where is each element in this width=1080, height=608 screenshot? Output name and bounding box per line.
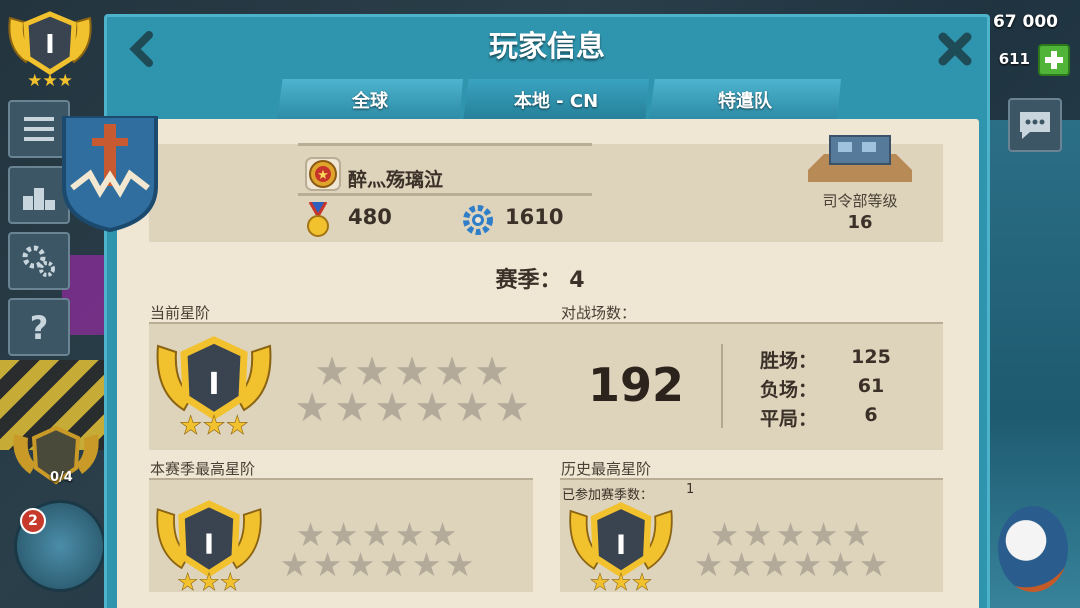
help-button[interactable]: ? — [8, 298, 70, 356]
losses-value: 61 — [857, 375, 885, 397]
hq-level-value: 16 — [847, 212, 873, 233]
chat-button[interactable] — [1008, 98, 1062, 152]
rank-star-emblem-icon: ★ — [305, 157, 341, 191]
empty-star-icon: ★ — [792, 545, 823, 584]
back-arrow-icon[interactable] — [125, 31, 161, 67]
rank-progress-count: 0/4 — [50, 470, 73, 485]
headquarters-icon — [808, 135, 912, 182]
svg-text:★★★: ★★★ — [179, 411, 249, 436]
gems-amount: 611 — [998, 50, 1030, 68]
empty-star-icon: ★ — [693, 545, 724, 584]
season-label: 赛季： — [495, 268, 562, 293]
empty-star-icon: ★ — [825, 545, 856, 584]
season-indicator: 赛季： 4 — [0, 262, 1080, 294]
all-time-best-numeral: I — [616, 530, 626, 561]
tab-local-cn[interactable]: 本地 - CN — [463, 79, 649, 121]
svg-text:★: ★ — [317, 168, 329, 183]
season-best-insignia-icon: I ★★★ — [156, 500, 262, 592]
seasons-played-value: 1 — [686, 482, 695, 497]
tab-global[interactable]: 全球 — [277, 79, 463, 121]
empty-star-icon: ★ — [279, 545, 310, 584]
wins-label: 胜场： — [760, 350, 818, 372]
season-best-label: 本赛季最高星阶 — [150, 460, 256, 478]
svg-text:★★★: ★★★ — [27, 71, 73, 88]
empty-star-icon: ★ — [374, 385, 410, 431]
experience-value: 1610 — [505, 205, 564, 229]
divider — [721, 344, 723, 428]
empty-star-icon: ★ — [726, 545, 757, 584]
svg-text:★★★: ★★★ — [590, 568, 653, 592]
battles-label: 对战场数： — [561, 304, 637, 322]
tab-task-force[interactable]: 特遣队 — [649, 79, 841, 121]
current-star-track: ★ ★ ★ ★ ★ ★ ★ ★ ★ ★ ★ — [294, 352, 532, 431]
troop-count-badge: 2 — [20, 508, 46, 534]
empty-star-icon: ★ — [414, 385, 450, 431]
modal-title: 玩家信息 — [488, 29, 605, 63]
draws-label: 平局： — [760, 408, 818, 430]
losses-label: 负场： — [760, 379, 818, 401]
chat-bubble-icon — [1020, 112, 1050, 139]
medal-icon — [307, 202, 329, 237]
empty-star-icon: ★ — [294, 385, 330, 431]
hud-rank-numeral: I — [45, 30, 55, 60]
svg-text:★★★: ★★★ — [177, 568, 241, 592]
battle-total: 192 — [588, 358, 685, 412]
currency-amount: 67 000 — [992, 12, 1058, 32]
empty-star-icon: ★ — [759, 545, 790, 584]
empty-star-icon: ★ — [411, 545, 442, 584]
current-rank-label: 当前星阶 — [150, 304, 211, 322]
empty-star-icon: ★ — [494, 385, 530, 431]
empty-star-icon: ★ — [378, 545, 409, 584]
season-best-star-track: ★ ★ ★ ★ ★ ★ ★ ★ ★ ★ ★ — [280, 518, 476, 584]
hamburger-icon — [24, 117, 54, 141]
empty-star-icon: ★ — [858, 545, 889, 584]
seasons-played-label: 已参加赛季数： — [562, 488, 654, 503]
current-rank-numeral: I — [208, 367, 219, 402]
draws-value: 6 — [864, 404, 878, 426]
medal-count: 480 — [348, 205, 392, 229]
question-icon: ? — [30, 309, 49, 346]
season-number: 4 — [569, 268, 585, 293]
leaderboard-icon — [23, 188, 55, 210]
all-time-best-insignia-icon: I ★★★ — [569, 502, 673, 592]
empty-star-icon: ★ — [334, 385, 370, 431]
season-best-numeral: I — [204, 528, 214, 560]
current-rank-insignia-icon: I ★★★ — [156, 336, 272, 436]
empty-star-icon: ★ — [444, 545, 475, 584]
player-name: 醉灬殇璃泣 — [348, 169, 444, 191]
wins-value: 125 — [851, 346, 891, 368]
empty-star-icon: ★ — [454, 385, 490, 431]
divider — [298, 143, 592, 146]
task-force-emblem-icon — [62, 116, 158, 232]
map-globe-button[interactable] — [998, 506, 1068, 592]
empty-star-icon: ★ — [312, 545, 343, 584]
all-time-best-label: 历史最高星阶 — [561, 460, 652, 478]
all-time-best-star-track: ★ ★ ★ ★ ★ ★ ★ ★ ★ ★ ★ — [694, 518, 890, 584]
player-rank-badge-icon[interactable]: I ★★★ — [4, 8, 96, 88]
divider — [298, 193, 592, 196]
experience-gear-icon — [463, 205, 493, 235]
add-gems-button[interactable] — [1038, 44, 1070, 76]
empty-star-icon: ★ — [345, 545, 376, 584]
svg-text:?: ? — [30, 309, 49, 346]
close-icon[interactable] — [935, 29, 975, 69]
plus-icon — [1045, 51, 1063, 69]
hq-level-label: 司令部等级 — [822, 192, 898, 210]
